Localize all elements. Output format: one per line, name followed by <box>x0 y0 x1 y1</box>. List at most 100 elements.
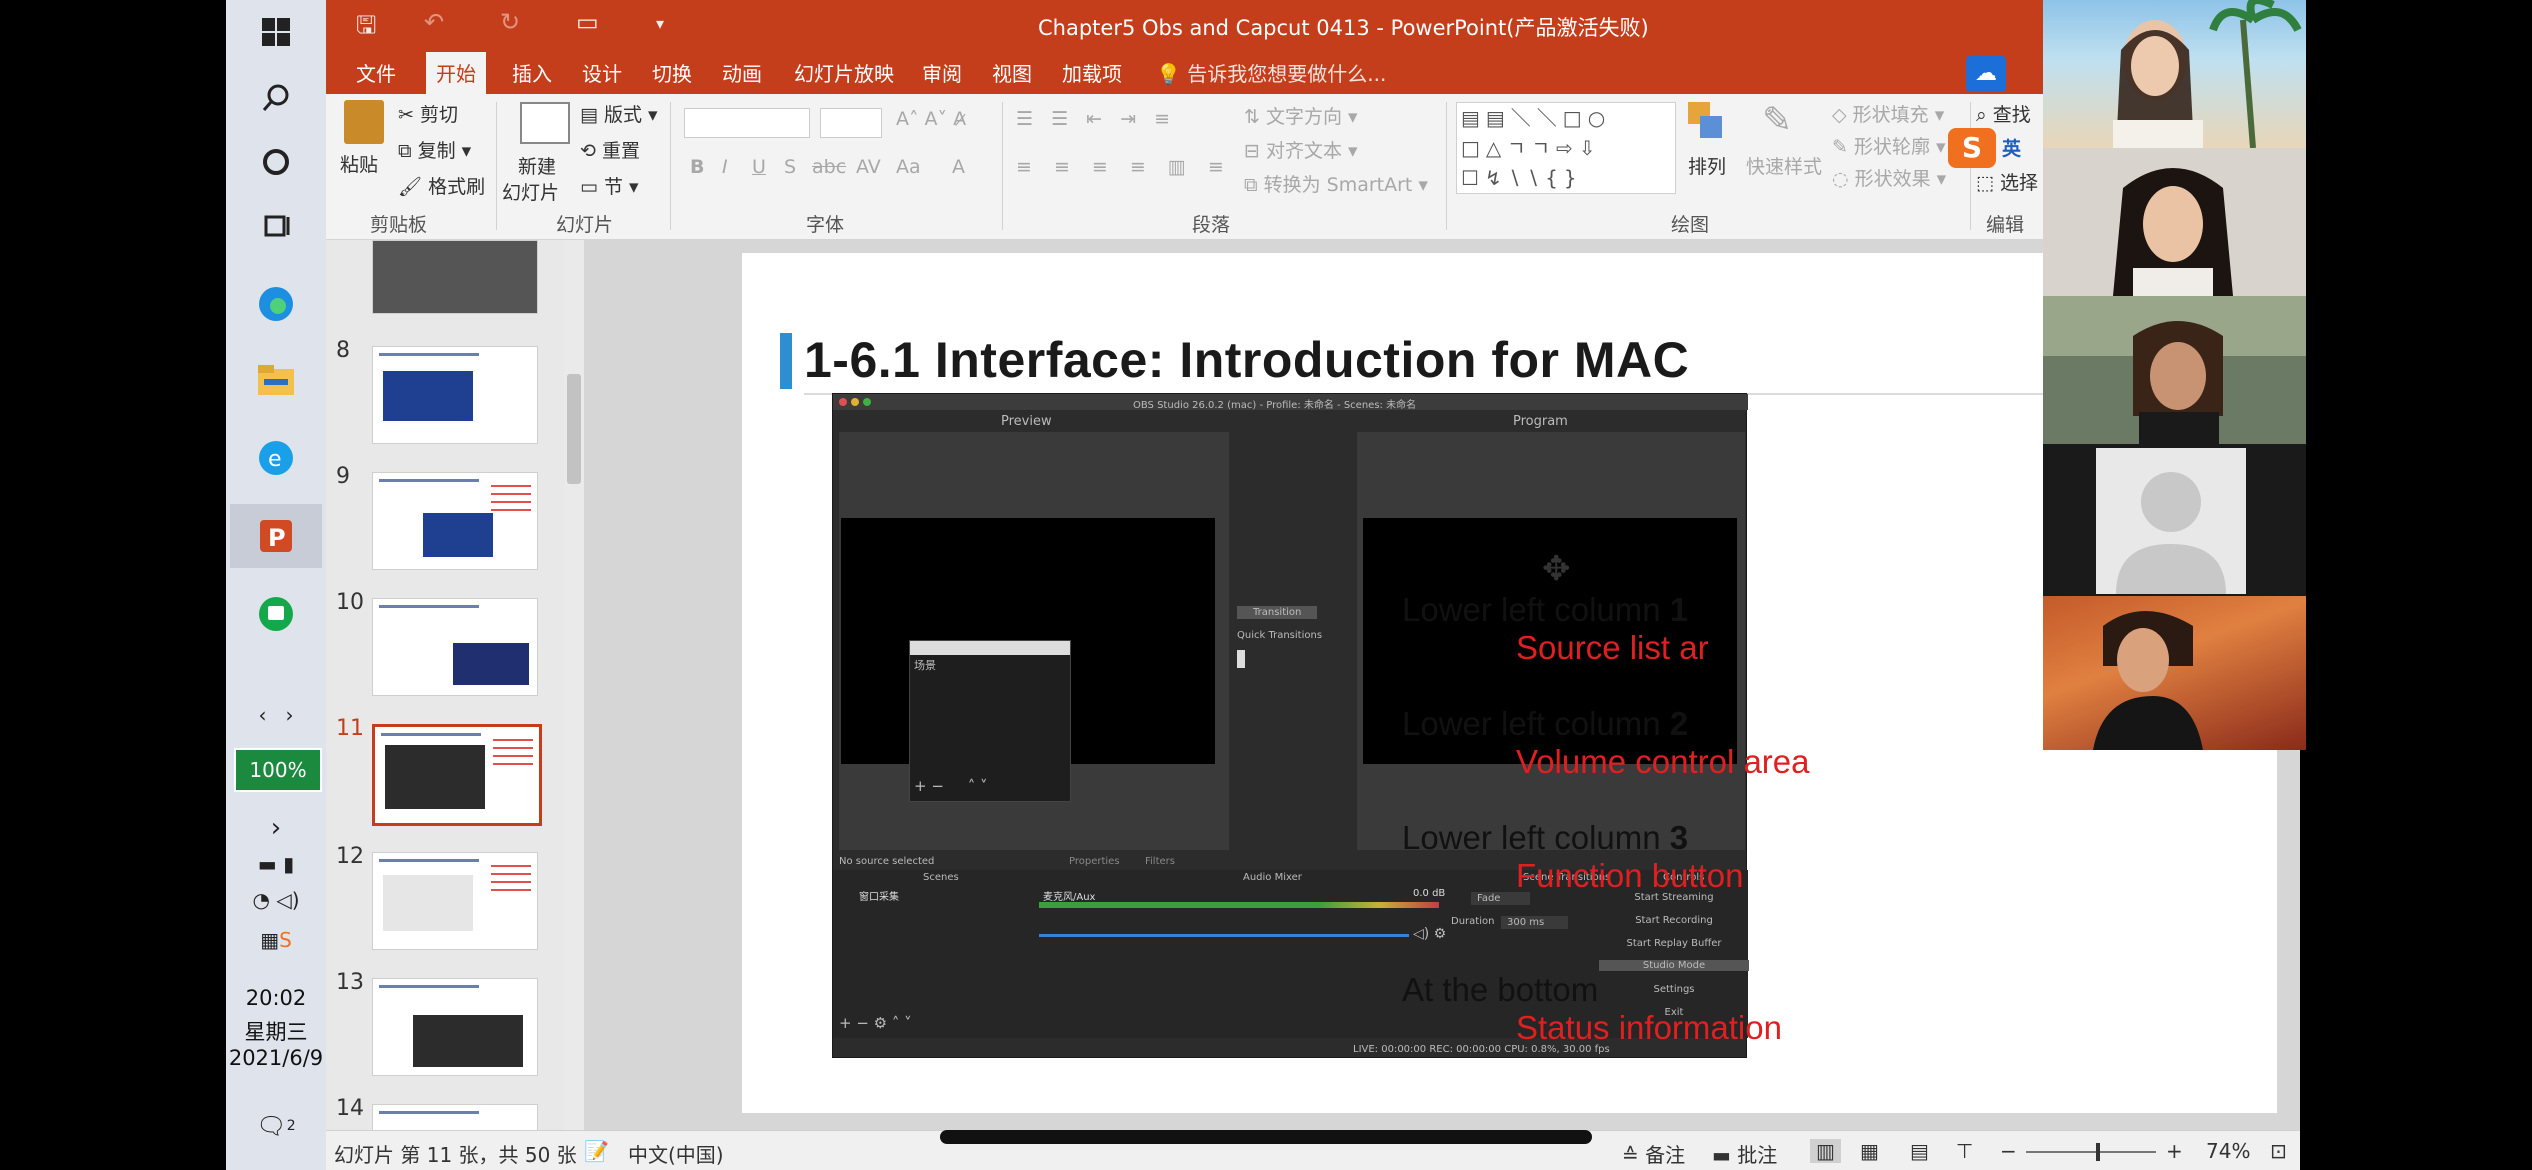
cortana-icon[interactable] <box>248 134 304 190</box>
participant-video-1[interactable] <box>2043 0 2306 149</box>
thumbnail-scrollbar[interactable] <box>564 240 584 1130</box>
format-painter-button[interactable]: 🖌 格式刷 <box>398 172 485 199</box>
slide-thumbnail[interactable] <box>372 598 538 696</box>
cloud-sync-icon[interactable]: ☁ <box>1966 56 2006 92</box>
slide-thumbnail-selected[interactable] <box>372 724 542 826</box>
zoom-slider-thumb[interactable] <box>2096 1143 2100 1161</box>
underline-button[interactable]: U <box>752 156 766 178</box>
windows-start-icon[interactable] <box>248 4 304 60</box>
home-indicator[interactable] <box>940 1130 1592 1144</box>
list-buttons[interactable]: ☰ ☰ ⇤ ⇥ ≡ <box>1016 108 1176 130</box>
text-direction-button[interactable]: ⇅ 文字方向 ▾ <box>1244 102 1358 129</box>
clock-date[interactable]: 2021/6/9 <box>226 1046 326 1070</box>
grow-font-icon[interactable]: A˄ A˅ A̷ <box>896 108 966 130</box>
shapes-gallery[interactable]: ▤▤＼＼□○ □△ㄱㄱ⇨⇩ ☐↯∖∖{} <box>1456 102 1676 194</box>
slide-thumbnail[interactable] <box>372 852 538 950</box>
strikethrough-button[interactable]: abc <box>812 156 846 178</box>
customize-qat-icon[interactable]: ▾ <box>656 14 664 33</box>
quick-styles-icon[interactable]: ✎ <box>1762 100 1792 141</box>
powerpoint-icon[interactable]: P <box>230 504 322 568</box>
item-1-label[interactable]: Lower left column 1 <box>1402 591 1688 629</box>
zoom-out-button[interactable]: − <box>2000 1139 2017 1163</box>
font-name-select[interactable] <box>684 108 810 138</box>
shape-outline-button[interactable]: ✎ 形状轮廓 ▾ <box>1832 132 1946 159</box>
slide-sorter-button[interactable]: ▦ <box>1860 1139 1879 1163</box>
paste-button[interactable]: 粘贴 <box>340 150 378 177</box>
search-icon[interactable] <box>248 70 304 126</box>
change-case-button[interactable]: Aa <box>896 156 921 178</box>
item-3-description[interactable]: Function button <box>1516 857 1744 895</box>
arrange-button[interactable]: 排列 <box>1688 152 1726 179</box>
reading-view-button[interactable]: ▤ <box>1910 1139 1929 1163</box>
tab-transitions[interactable]: 切换 <box>652 58 692 87</box>
redo-icon[interactable]: ↻ <box>500 8 520 36</box>
arrange-icon[interactable] <box>1686 100 1726 144</box>
slide-thumbnail[interactable] <box>372 346 538 444</box>
slideshow-view-button[interactable]: ⊤ <box>1956 1139 1973 1163</box>
save-icon[interactable]: 🖫 <box>356 8 376 49</box>
clock-time[interactable]: 20:02 <box>226 986 326 1010</box>
item-1-description[interactable]: Source list ar <box>1516 629 1709 667</box>
tab-file[interactable]: 文件 <box>356 58 396 87</box>
tab-review[interactable]: 审阅 <box>922 58 962 87</box>
tray-icons-row3[interactable]: ▦ S <box>248 912 304 968</box>
item-4-label[interactable]: At the bottom <box>1402 971 1598 1009</box>
notification-center-icon[interactable]: 🗨 2 <box>248 1098 304 1154</box>
tab-view[interactable]: 视图 <box>992 58 1032 87</box>
tab-addins[interactable]: 加载项 <box>1062 58 1122 87</box>
ie-browser-icon[interactable]: e <box>248 430 304 486</box>
zoom-level[interactable]: 74% <box>2206 1139 2250 1163</box>
tell-me-box[interactable]: 💡 告诉我您想要做什么... <box>1156 58 1386 87</box>
item-2-description[interactable]: Volume control area <box>1516 743 1810 781</box>
zoom-in-button[interactable]: + <box>2166 1139 2183 1163</box>
start-slideshow-icon[interactable]: ▭ <box>576 8 599 36</box>
undo-icon[interactable]: ↶ <box>424 8 444 36</box>
copy-button[interactable]: ⧉ 复制 ▾ <box>398 136 471 163</box>
tab-design[interactable]: 设计 <box>582 58 622 87</box>
reset-button[interactable]: ⟲ 重置 <box>580 136 640 163</box>
participant-video-2[interactable] <box>2043 148 2306 296</box>
tab-animations[interactable]: 动画 <box>722 58 762 87</box>
cut-button[interactable]: ✂ 剪切 <box>398 100 458 127</box>
language-indicator[interactable]: 中文(中国) <box>628 1139 724 1168</box>
slide-counter[interactable]: 幻灯片 第 11 张，共 50 张 <box>334 1139 577 1168</box>
wechat-work-icon[interactable] <box>248 586 304 642</box>
item-4-description[interactable]: Status information <box>1516 1009 1782 1047</box>
quick-styles-button[interactable]: 快速样式 <box>1746 152 1822 179</box>
participant-video-5[interactable] <box>2043 596 2306 750</box>
smartart-button[interactable]: ⧉ 转换为 SmartArt ▾ <box>1244 170 1428 197</box>
shape-fill-button[interactable]: ◇ 形状填充 ▾ <box>1832 100 1944 127</box>
char-spacing-button[interactable]: AV <box>856 156 881 178</box>
shadow-button[interactable]: S <box>784 156 796 178</box>
task-view-icon[interactable] <box>248 198 304 254</box>
shape-effects-button[interactable]: ◌ 形状效果 ▾ <box>1832 164 1946 191</box>
font-color-button[interactable]: A <box>952 156 965 178</box>
item-2-label[interactable]: Lower left column 2 <box>1402 705 1688 743</box>
new-slide-button-line2[interactable]: 幻灯片 <box>502 178 559 205</box>
new-slide-button[interactable]: 新建 <box>518 152 556 179</box>
ime-language-indicator[interactable]: 英 <box>2002 134 2021 161</box>
paste-icon[interactable] <box>344 100 384 144</box>
tab-insert[interactable]: 插入 <box>512 58 552 87</box>
layout-button[interactable]: ▤ 版式 ▾ <box>580 100 658 127</box>
bold-button[interactable]: B <box>690 156 704 178</box>
sogou-ime-icon[interactable]: S <box>1948 128 1996 168</box>
font-size-select[interactable] <box>820 108 882 138</box>
spellcheck-icon[interactable]: 📝 <box>584 1139 609 1163</box>
clock-weekday[interactable]: 星期三 <box>226 1016 326 1046</box>
slide-thumbnail[interactable] <box>372 472 538 570</box>
slide-title[interactable]: 1-6.1 Interface: Introduction for MAC <box>804 331 1689 389</box>
tab-slideshow[interactable]: 幻灯片放映 <box>794 58 894 87</box>
section-button[interactable]: ▭ 节 ▾ <box>580 172 639 199</box>
taskbar-scroll-arrows[interactable]: ‹ › <box>232 700 320 730</box>
find-button[interactable]: ⌕ 查找 <box>1976 100 2031 127</box>
file-explorer-icon[interactable] <box>248 352 304 408</box>
notes-button[interactable]: ≙ 备注 <box>1622 1139 1685 1168</box>
new-slide-icon[interactable] <box>520 102 570 144</box>
fit-to-window-icon[interactable]: ⊡ <box>2270 1139 2287 1163</box>
italic-button[interactable]: I <box>722 156 728 178</box>
align-text-button[interactable]: ⊟ 对齐文本 ▾ <box>1244 136 1358 163</box>
align-buttons[interactable]: ≡ ≡ ≡ ≡ ▥ ≡ <box>1016 156 1232 178</box>
normal-view-button[interactable]: ▥ <box>1810 1139 1841 1163</box>
participant-avatar-placeholder[interactable] <box>2043 444 2306 596</box>
